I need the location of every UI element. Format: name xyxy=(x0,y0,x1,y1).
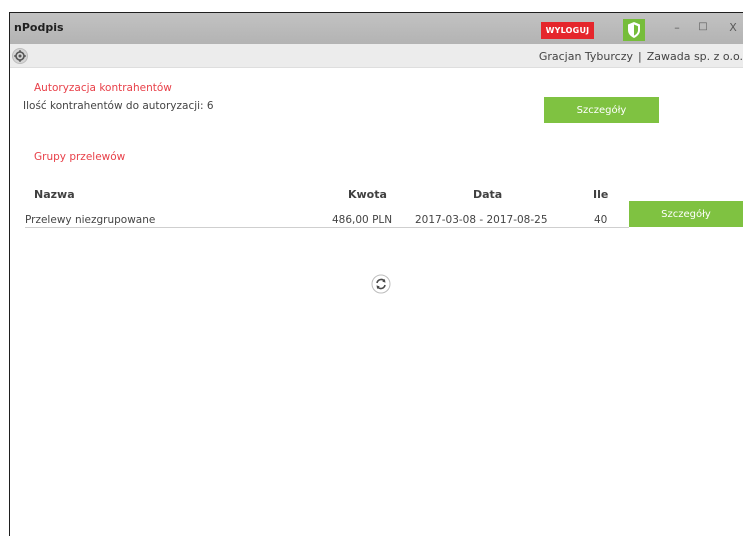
logout-button[interactable]: WYLOGUJ xyxy=(541,22,594,39)
title-bar: nPodpis WYLOGUJ – □ X xyxy=(10,13,743,44)
minimize-button[interactable]: – xyxy=(670,21,684,34)
user-info: Gracjan Tyburczy | Zawada sp. z o.o. xyxy=(539,50,743,63)
gear-icon[interactable] xyxy=(12,48,28,64)
authorization-count: Ilość kontrahentów do autoryzacji: 6 xyxy=(23,100,214,112)
shield-icon[interactable] xyxy=(623,19,645,41)
user-bar: Gracjan Tyburczy | Zawada sp. z o.o. xyxy=(10,44,743,68)
close-button[interactable]: X xyxy=(726,21,740,34)
column-header-name: Nazwa xyxy=(34,188,75,201)
app-title: nPodpis xyxy=(14,21,64,34)
column-header-count: Ile xyxy=(593,188,609,201)
column-header-date: Data xyxy=(473,188,503,201)
row-divider xyxy=(25,227,629,228)
row-name: Przelewy niezgrupowane xyxy=(25,214,156,226)
user-separator: | xyxy=(638,50,642,63)
app-window: nPodpis WYLOGUJ – □ X Gracjan Tyburczy | Z… xyxy=(9,12,743,536)
row-date: 2017-03-08 - 2017-08-25 xyxy=(415,214,548,226)
refresh-icon[interactable] xyxy=(371,274,391,294)
authorization-details-button[interactable]: Szczegóły xyxy=(544,97,659,123)
user-name: Gracjan Tyburczy xyxy=(538,50,633,63)
row-details-button[interactable]: Szczegóły xyxy=(629,201,743,227)
groups-title: Grupy przelewów xyxy=(34,151,126,163)
authorization-title: Autoryzacja kontrahentów xyxy=(34,82,172,94)
maximize-button[interactable]: □ xyxy=(696,21,710,32)
row-count: 40 xyxy=(594,214,608,226)
company-name: Zawada sp. z o.o. xyxy=(646,50,743,63)
column-header-amount: Kwota xyxy=(348,188,387,201)
row-amount: 486,00 PLN xyxy=(332,214,393,226)
